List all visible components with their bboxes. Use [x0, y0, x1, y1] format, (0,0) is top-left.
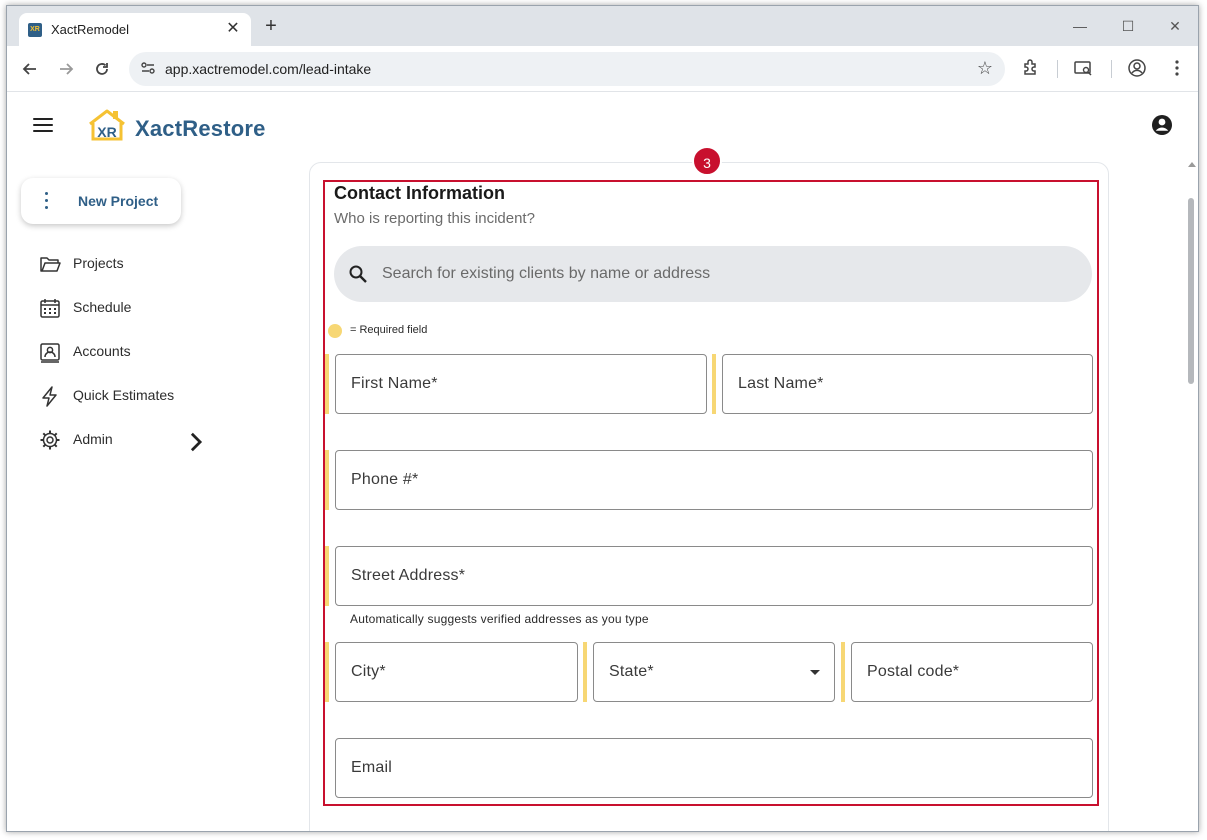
scrollbar-thumb[interactable]	[1188, 198, 1194, 384]
phone-field[interactable]: Phone #*	[335, 450, 1093, 510]
calendar-icon	[40, 299, 60, 318]
last-name-label: Last Name*	[738, 375, 824, 392]
scroll-up-arrow-icon[interactable]	[1188, 162, 1196, 167]
phone-label: Phone #*	[351, 471, 419, 488]
last-name-field[interactable]: Last Name*	[722, 354, 1093, 414]
section-title: Contact Information	[334, 183, 505, 203]
required-marker	[841, 642, 845, 702]
extensions-icon[interactable]	[1021, 58, 1043, 80]
minimize-icon[interactable]: —	[1065, 14, 1095, 38]
bookmark-star-icon[interactable]: ☆	[977, 58, 993, 79]
sidebar-item-label: Schedule	[73, 299, 132, 315]
required-marker	[325, 450, 329, 510]
street-address-helper: Automatically suggests verified addresse…	[350, 612, 649, 626]
back-arrow-icon[interactable]	[17, 56, 43, 82]
sidebar-item-label: Quick Estimates	[73, 387, 175, 403]
new-tab-button[interactable]: +	[259, 15, 283, 39]
reload-icon[interactable]	[89, 56, 115, 82]
lightning-icon	[42, 386, 57, 407]
required-marker	[325, 354, 329, 414]
required-marker	[583, 642, 587, 702]
new-project-label: New Project	[78, 193, 159, 209]
email-label: Email	[351, 759, 393, 776]
required-marker	[325, 546, 329, 606]
street-address-field[interactable]: Street Address*	[335, 546, 1093, 606]
profile-icon[interactable]	[1127, 58, 1149, 80]
more-vert-icon	[45, 192, 49, 210]
sidebar-item-projects[interactable]: Projects	[39, 251, 239, 275]
url-text: app.xactremodel.com/lead-intake	[165, 61, 372, 77]
sidebar-item-admin[interactable]: Admin	[39, 427, 239, 452]
xactrestore-logo: XR	[87, 108, 127, 142]
dropdown-arrow-icon	[810, 670, 820, 675]
browser-window: XR XactRemodel ✕ + — ☐ ✕ app.xactremodel…	[6, 5, 1199, 832]
section-subtitle: Who is reporting this incident?	[334, 210, 535, 227]
folder-icon	[40, 257, 61, 272]
close-window-icon[interactable]: ✕	[1160, 14, 1190, 38]
gear-icon	[40, 430, 60, 450]
cast-search-icon[interactable]	[1073, 58, 1095, 80]
sidebar-item-accounts[interactable]: Accounts	[39, 339, 239, 363]
search-icon	[349, 265, 367, 283]
brand-name: XactRestore	[135, 116, 266, 141]
required-indicator-dot	[328, 324, 342, 338]
sidebar-item-label: Projects	[73, 255, 124, 271]
required-marker	[712, 354, 716, 414]
site-settings-icon[interactable]	[139, 60, 157, 78]
logo-lettering: XR	[97, 124, 116, 140]
address-bar[interactable]: app.xactremodel.com/lead-intake ☆	[129, 52, 1005, 86]
close-tab-icon[interactable]: ✕	[223, 19, 243, 39]
hamburger-menu-icon[interactable]	[33, 118, 53, 134]
tab-title: XactRemodel	[51, 22, 130, 37]
sidebar-item-label: Admin	[73, 431, 113, 447]
sidebar-item-quick-estimates[interactable]: Quick Estimates	[39, 383, 239, 407]
first-name-field[interactable]: First Name*	[335, 354, 707, 414]
email-field[interactable]: Email	[335, 738, 1093, 798]
browser-toolbar: app.xactremodel.com/lead-intake ☆	[7, 46, 1198, 92]
sidebar-item-schedule[interactable]: Schedule	[39, 295, 239, 319]
tab-strip: XR XactRemodel ✕ + — ☐ ✕	[7, 6, 1198, 46]
city-field[interactable]: City*	[335, 642, 578, 702]
account-icon[interactable]	[1151, 114, 1173, 136]
client-search-input[interactable]	[382, 258, 1062, 290]
new-project-button[interactable]: New Project	[21, 178, 181, 224]
browser-menu-icon[interactable]	[1167, 58, 1189, 80]
contact-card-icon	[40, 343, 60, 363]
toolbar-divider	[1111, 60, 1112, 78]
favicon-icon: XR	[28, 23, 42, 37]
maximize-icon[interactable]: ☐	[1113, 14, 1143, 38]
required-marker	[325, 642, 329, 702]
forward-arrow-icon[interactable]	[53, 56, 79, 82]
postal-code-field[interactable]: Postal code*	[851, 642, 1093, 702]
toolbar-divider	[1057, 60, 1058, 78]
browser-tab[interactable]: XR XactRemodel ✕	[19, 13, 251, 46]
sidebar-item-label: Accounts	[73, 343, 131, 359]
client-search[interactable]	[334, 246, 1092, 302]
city-label: City*	[351, 663, 386, 680]
street-address-label: Street Address*	[351, 567, 466, 584]
required-legend: = Required field	[350, 324, 428, 336]
step-badge: 3	[692, 146, 722, 176]
state-select[interactable]: State*	[593, 642, 835, 702]
first-name-label: First Name*	[351, 375, 438, 392]
app-viewport: XR XactRestore New Project Projects Sche…	[7, 92, 1198, 831]
postal-code-label: Postal code*	[867, 663, 960, 680]
state-label: State*	[609, 663, 654, 680]
